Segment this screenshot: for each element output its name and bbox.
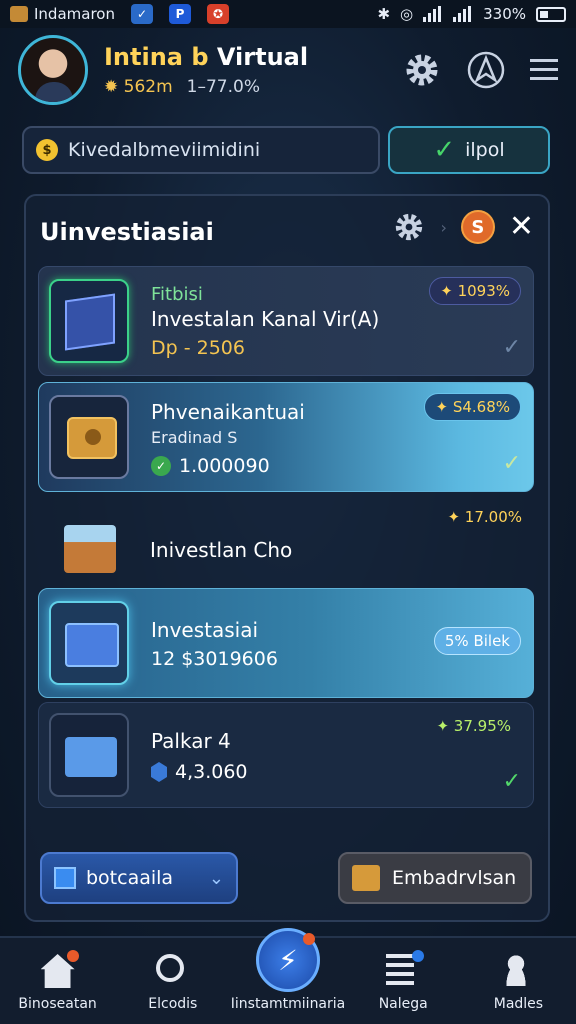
notification-p-icon: P: [168, 4, 191, 24]
wifi-icon: ◎: [400, 5, 414, 23]
avatar[interactable]: [18, 35, 88, 105]
nav-label: Nalega: [378, 996, 428, 1012]
investment-card[interactable]: Palkar 4 4,3.060 ✦ 37.95% ✓: [38, 702, 534, 808]
dashboard-thumbnail: [49, 601, 129, 685]
return-badge: ✦ 37.95%: [436, 717, 511, 735]
return-badge: ✦ 17.00%: [447, 508, 522, 526]
return-badge: 5% Bilek: [433, 627, 521, 655]
server-thumbnail: [49, 713, 129, 797]
nav-item-center[interactable]: ⚡ Iinstamtmiinaria: [230, 928, 346, 1024]
safe-thumbnail: [49, 395, 129, 479]
nav-item-documents[interactable]: Nalega: [346, 938, 461, 1024]
change-percent: 1–77.0%: [186, 77, 260, 97]
gear-icon[interactable]: [402, 50, 442, 90]
status-app-label: Indamaron: [34, 5, 115, 23]
status-app: Indamaron ✓ P ✪: [10, 4, 229, 24]
check-icon[interactable]: ✓: [503, 451, 521, 476]
card-body: Inivestlan Cho: [150, 536, 534, 562]
check-icon: ✓: [433, 135, 456, 165]
coin-button[interactable]: S: [460, 210, 495, 244]
panel-title: Uinvestiasiai: [40, 218, 214, 246]
notification-app-icon: ✪: [206, 4, 229, 24]
box-icon: [10, 6, 28, 22]
chevron-right-icon: ›: [440, 217, 447, 237]
person-icon: [501, 954, 535, 988]
header-actions: [402, 50, 558, 90]
document-icon: [386, 950, 425, 988]
action-button[interactable]: Embadrvlsan: [338, 852, 532, 904]
lightning-icon: ⚡: [256, 928, 320, 992]
battery-text: 330%: [483, 5, 526, 23]
bottom-nav: Binoseatan Elcodis ⚡ Iinstamtmiinaria Na…: [0, 928, 576, 1024]
return-badge: ✦ 1093%: [429, 277, 521, 305]
coin-balance: ✹ 562m: [104, 77, 173, 97]
check-icon[interactable]: ✓: [503, 335, 521, 360]
card-right: 5% Bilek: [433, 627, 521, 655]
box-icon: [352, 865, 380, 891]
profile-header: Intina b Virtual ✹ 562m 1–77.0%: [0, 28, 576, 112]
dropdown-button[interactable]: botcaaila ⌄: [40, 852, 238, 904]
card-right: ✦ 17.00%: [447, 504, 522, 530]
status-bar: Indamaron ✓ P ✪ ✱ ◎ 330%: [0, 0, 576, 28]
battery-icon: [536, 6, 566, 22]
bluetooth-icon: ✱: [377, 5, 391, 23]
gem-icon: [151, 762, 167, 782]
check-icon[interactable]: ✓: [503, 769, 521, 794]
nav-item-search[interactable]: Elcodis: [115, 938, 230, 1024]
nav-item-profile[interactable]: Madles: [461, 938, 576, 1024]
chevron-down-icon: ⌄: [208, 867, 224, 889]
card-right: ✦ 37.95% ✓: [426, 713, 521, 794]
check-circle-icon: ✓: [151, 455, 171, 476]
action-button-label: Embadrvlsan: [392, 867, 517, 889]
dropdown-button-label: botcaaila: [86, 867, 174, 889]
menu-icon[interactable]: [530, 55, 558, 85]
compass-icon[interactable]: [466, 50, 506, 90]
chart-icon: [54, 867, 76, 889]
search-row: $ Kivedalbmeviimidini ✓ ilpol: [22, 126, 550, 174]
card-right: ✦ 1093% ✓: [429, 277, 521, 360]
search-placeholder: Kivedalbmeviimidini: [68, 139, 261, 161]
home-icon: [40, 950, 79, 988]
panel-tools: › S ✕: [392, 210, 534, 244]
coin-balance-value: 562m: [123, 77, 173, 97]
search-icon: [155, 954, 190, 988]
nav-label: Iinstamtmiinaria: [230, 996, 346, 1012]
profile-name-suffix: Virtual: [216, 43, 309, 71]
nav-label: Binoseatan: [18, 996, 97, 1012]
status-right: ✱ ◎ 330%: [377, 5, 566, 23]
card-value-text: 1.000090: [179, 454, 270, 477]
close-button[interactable]: ✕: [509, 212, 534, 242]
cube-thumbnail: [48, 507, 128, 591]
card-value-text: 4,3.060: [175, 761, 248, 783]
nav-item-home[interactable]: Binoseatan: [0, 938, 115, 1024]
profile-name-prefix: Intina b: [104, 43, 209, 71]
profile-name: Intina b Virtual: [104, 43, 308, 71]
notification-check-icon: ✓: [130, 4, 153, 24]
nav-label: Elcodis: [148, 996, 198, 1012]
investment-card[interactable]: Phvenaikantuai Eradinad S ✓ 1.000090 ✦ S…: [38, 382, 534, 492]
profile-stats: ✹ 562m 1–77.0%: [104, 77, 308, 97]
card-right: ✦ S4.68% ✓: [424, 393, 521, 476]
investment-panel: Uinvestiasiai › S ✕ Fitbisi Investalan K…: [24, 194, 550, 922]
chart-thumbnail: [49, 279, 129, 363]
search-input[interactable]: $ Kivedalbmeviimidini: [22, 126, 380, 174]
signal-icon-2: [453, 6, 472, 22]
signal-icon: [423, 6, 442, 22]
confirm-button-label: ilpol: [465, 139, 505, 161]
confirm-button[interactable]: ✓ ilpol: [388, 126, 550, 174]
panel-gear-icon[interactable]: [392, 210, 426, 244]
profile-info: Intina b Virtual ✹ 562m 1–77.0%: [104, 43, 308, 97]
coin-icon: $: [36, 139, 58, 161]
investment-card[interactable]: Investasiai 12 $3019606 5% Bilek: [38, 588, 534, 698]
card-name: Inivestlan Cho: [150, 538, 293, 562]
return-badge: ✦ S4.68%: [424, 393, 521, 421]
nav-label: Madles: [493, 996, 544, 1012]
investment-card[interactable]: Fitbisi Investalan Kanal Vir(A) Dp - 250…: [38, 266, 534, 376]
